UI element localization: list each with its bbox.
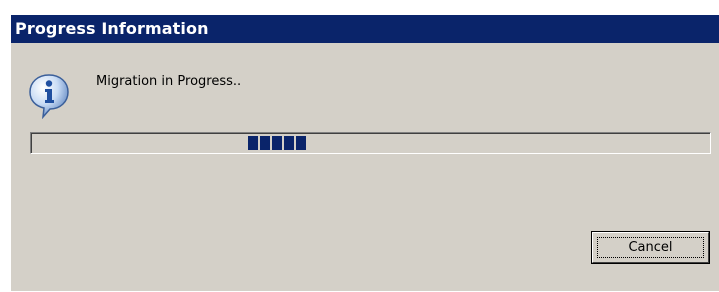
progress-message: Migration in Progress.. <box>96 74 242 89</box>
title-bar[interactable]: Progress Information <box>11 15 719 43</box>
progress-bar <box>30 132 711 154</box>
progress-block <box>260 136 270 150</box>
information-icon <box>29 74 69 119</box>
progress-block <box>296 136 306 150</box>
progress-dialog: Progress Information Migration in Progre… <box>10 14 719 291</box>
progress-indicator <box>248 136 306 150</box>
dialog-title: Progress Information <box>15 19 209 38</box>
progress-block <box>248 136 258 150</box>
cancel-button-label: Cancel <box>597 237 704 258</box>
progress-block <box>284 136 294 150</box>
cancel-button[interactable]: Cancel <box>591 231 710 264</box>
progress-block <box>272 136 282 150</box>
